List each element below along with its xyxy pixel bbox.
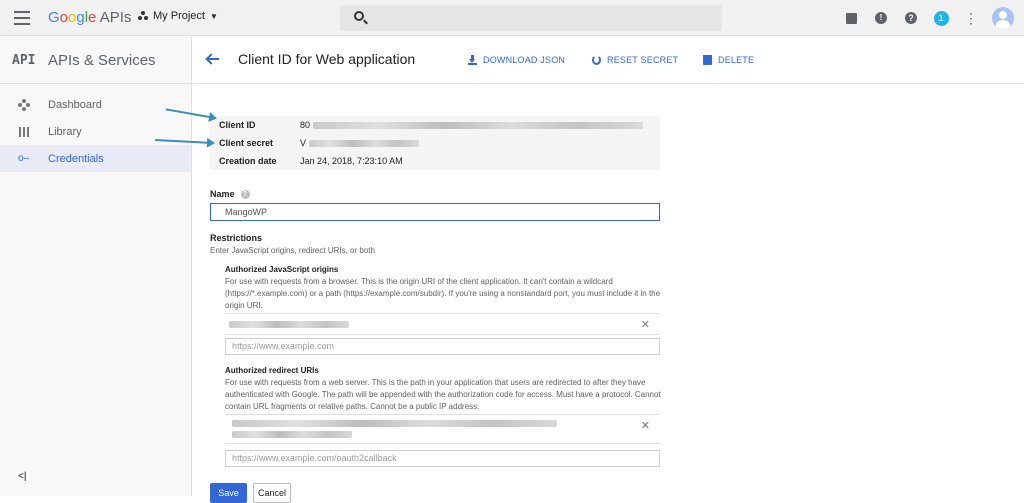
- feedback-icon[interactable]: !: [866, 6, 896, 30]
- gift-icon[interactable]: [836, 6, 866, 30]
- google-apis-logo[interactable]: Google APIs: [48, 9, 131, 26]
- creation-date-row: Creation date Jan 24, 2018, 7:23:10 AM: [210, 152, 660, 170]
- notifications-icon[interactable]: 1: [926, 6, 956, 30]
- delete-button[interactable]: DELETE: [703, 55, 754, 65]
- sidebar-item-label: Credentials: [48, 152, 104, 165]
- api-logo: API: [12, 52, 36, 68]
- client-secret-label: Client secret: [219, 138, 274, 148]
- redacted-text: [232, 431, 352, 438]
- library-icon: [18, 126, 30, 138]
- restrictions-title: Restrictions: [210, 233, 263, 243]
- search-icon: [354, 11, 364, 21]
- client-info-table: Client ID 80 Client secret V Creation da…: [210, 116, 660, 170]
- avatar[interactable]: [992, 7, 1014, 29]
- redacted-text: [309, 139, 420, 147]
- chevron-down-icon: ▼: [209, 11, 218, 21]
- redirect-uris-title: Authorized redirect URIs: [225, 366, 319, 375]
- name-field[interactable]: MangoWP: [210, 203, 660, 221]
- client-id-value[interactable]: 80: [300, 120, 644, 130]
- page-title: Client ID for Web application: [238, 51, 416, 67]
- menu-icon[interactable]: [14, 11, 30, 25]
- redirect-uri-entry[interactable]: ✕: [225, 414, 660, 444]
- restrictions-subtitle: Enter JavaScript origins, redirect URIs,…: [210, 246, 375, 255]
- download-json-button[interactable]: DOWNLOAD JSON: [468, 55, 565, 65]
- cancel-button[interactable]: Cancel: [253, 483, 291, 503]
- js-origin-entry[interactable]: ✕: [225, 313, 660, 335]
- help-icon[interactable]: ?: [896, 6, 926, 30]
- more-vert-icon[interactable]: ⋮: [956, 6, 986, 30]
- download-icon: [468, 55, 477, 65]
- project-dots-icon: [138, 11, 148, 21]
- client-secret-row: Client secret V: [210, 134, 660, 152]
- sidebar-item-label: Library: [48, 125, 82, 138]
- js-origin-input[interactable]: https://www.example.com: [225, 338, 660, 355]
- sidebar-item-credentials[interactable]: o– Credentials: [0, 145, 191, 172]
- trash-icon: [703, 55, 712, 65]
- close-icon[interactable]: ✕: [641, 419, 650, 432]
- project-selector[interactable]: My Project ▼: [138, 10, 218, 22]
- project-name: My Project: [153, 10, 205, 22]
- notification-count: 1: [933, 10, 949, 26]
- back-arrow-icon[interactable]: [206, 52, 220, 66]
- redacted-text: [229, 320, 349, 328]
- search-input[interactable]: [340, 5, 722, 31]
- sidebar-header: API APIs & Services: [0, 37, 191, 84]
- close-icon[interactable]: ✕: [641, 318, 650, 331]
- save-button[interactable]: Save: [210, 483, 247, 503]
- client-secret-value[interactable]: V: [300, 138, 420, 148]
- help-icon[interactable]: ?: [240, 189, 250, 199]
- sidebar-item-dashboard[interactable]: Dashboard: [0, 91, 191, 118]
- sidebar: API APIs & Services Dashboard Library o–…: [0, 37, 192, 496]
- redirect-uri-input[interactable]: https://www.example.com/oauth2callback: [225, 450, 660, 467]
- js-origins-description: For use with requests from a browser. Th…: [225, 277, 661, 310]
- top-app-bar: Google APIs My Project ▼ ! ? 1 ⋮: [0, 0, 1024, 36]
- client-id-row: Client ID 80: [210, 116, 660, 134]
- creation-date-label: Creation date: [219, 156, 277, 166]
- sidebar-item-label: Dashboard: [48, 98, 102, 111]
- creation-date-value: Jan 24, 2018, 7:23:10 AM: [300, 156, 403, 166]
- redacted-text: [232, 420, 557, 427]
- dashboard-icon: [18, 98, 30, 111]
- key-icon: o–: [18, 152, 30, 164]
- client-id-label: Client ID: [219, 120, 256, 130]
- name-label: Name ?: [210, 189, 250, 199]
- content-header: Client ID for Web application DOWNLOAD J…: [193, 37, 1024, 84]
- reset-secret-button[interactable]: RESET SECRET: [592, 55, 678, 65]
- redacted-text: [313, 121, 644, 129]
- collapse-sidebar-icon[interactable]: <|: [18, 471, 27, 482]
- sidebar-title[interactable]: APIs & Services: [48, 52, 156, 69]
- refresh-icon: [592, 55, 601, 65]
- redirect-uris-description: For use with requests from a web server.…: [225, 378, 661, 411]
- js-origins-title: Authorized JavaScript origins: [225, 265, 339, 274]
